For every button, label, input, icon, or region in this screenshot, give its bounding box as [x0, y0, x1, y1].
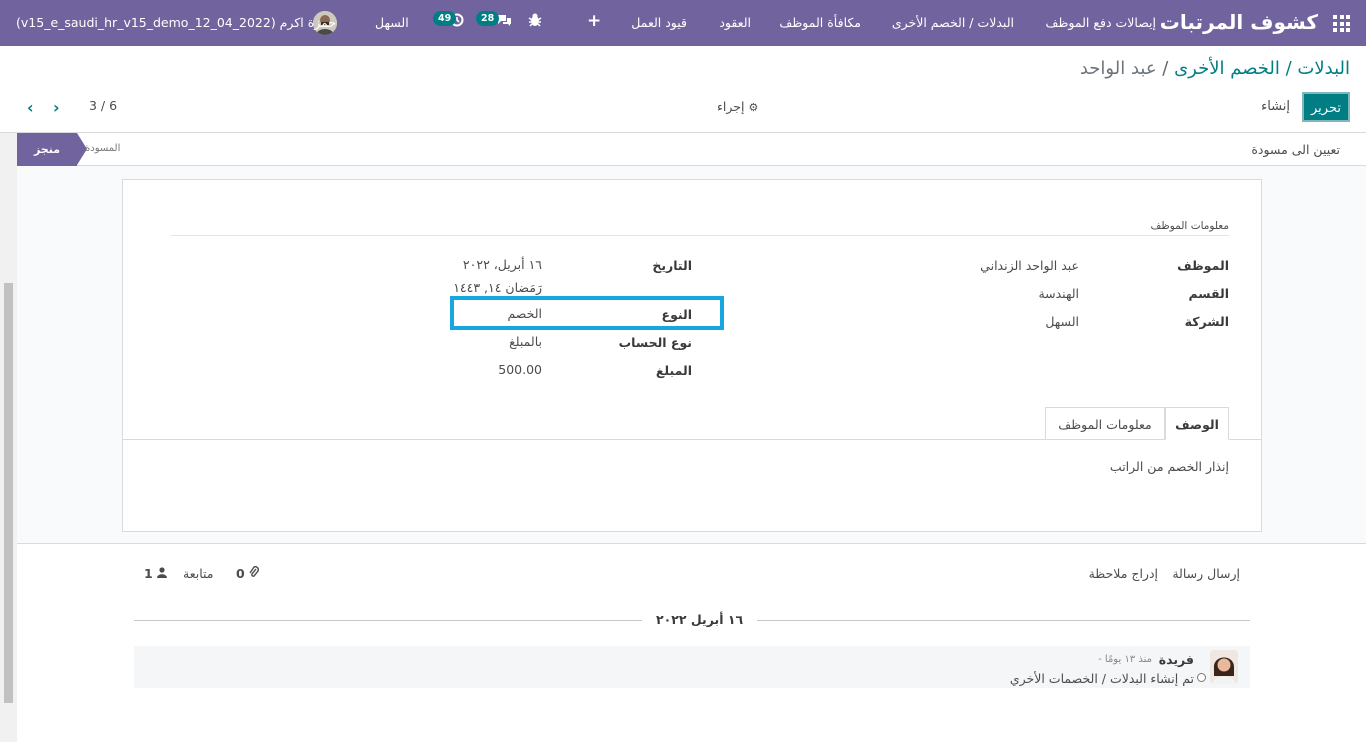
menu-contracts[interactable]: العقود: [719, 15, 751, 30]
hijri-date-field: رَمَضان ١٤, ١٤٤٣: [453, 280, 542, 295]
breadcrumb-parent[interactable]: البدلات / الخصم الأخرى: [1174, 58, 1350, 79]
account-type-field[interactable]: بالمبلغ: [509, 334, 542, 349]
follow-button[interactable]: متابعة: [183, 566, 214, 581]
send-message-button[interactable]: إرسال رسالة: [1172, 566, 1240, 581]
create-button[interactable]: إنشاء: [1261, 99, 1290, 114]
menu-allowances-deductions[interactable]: البدلات / الخصم الأخرى: [892, 15, 1014, 30]
user-icon: [157, 566, 168, 581]
menu-employee-bonus[interactable]: مكافأة الموظف: [779, 15, 861, 30]
date-field[interactable]: ١٦ أبريل، ٢٠٢٢: [463, 257, 542, 272]
chatter-message: فريدة - منذ ١٣ يومًا تم إنشاء البدلات / …: [134, 646, 1250, 688]
app-title[interactable]: كشوف المرتبات: [1160, 10, 1318, 34]
pager-previous-icon[interactable]: ‹: [27, 98, 34, 117]
company-label: الشركة: [1184, 314, 1229, 329]
message-body: تم إنشاء البدلات / الخصمات الأخري: [1009, 671, 1194, 686]
attachments-count: 0: [236, 566, 245, 581]
type-field-highlight: [450, 296, 724, 330]
top-navbar: كشوف المرتبات إيصالات دفع الموظف البدلات…: [0, 0, 1366, 46]
company-switcher[interactable]: السهل: [375, 15, 409, 30]
gear-icon: ⚙: [748, 101, 759, 114]
message-status-icon: [1197, 673, 1206, 682]
status-bar: منجز المسودة تعيين الى مسودة: [17, 133, 1366, 166]
pager-value[interactable]: 3 / 6: [89, 98, 117, 113]
menu-work-entries[interactable]: قيود العمل: [631, 15, 687, 30]
message-author[interactable]: فريدة: [1159, 652, 1194, 667]
tab-description[interactable]: الوصف: [1165, 407, 1229, 440]
followers-count: 1: [144, 566, 153, 581]
followers-button[interactable]: 1: [144, 566, 168, 581]
department-label: القسم: [1188, 286, 1230, 301]
scrollbar-track[interactable]: [0, 133, 17, 742]
breadcrumb: البدلات / الخصم الأخرى / عبد الواحد: [1080, 58, 1350, 79]
action-menu[interactable]: إجراء ⚙: [717, 99, 758, 114]
set-to-draft-button[interactable]: تعيين الى مسودة: [1251, 142, 1340, 157]
date-label: التاريخ: [652, 258, 692, 273]
description-text[interactable]: إنذار الخصم من الراتب: [1110, 459, 1229, 474]
tab-employee-info[interactable]: معلومات الموظف: [1045, 407, 1165, 440]
group-divider: [171, 235, 1229, 236]
employee-label: الموظف: [1177, 258, 1229, 273]
stage-done[interactable]: منجز: [17, 133, 87, 166]
company-field[interactable]: السهل: [1045, 314, 1079, 329]
stage-draft[interactable]: المسودة: [85, 143, 120, 154]
control-panel: البدلات / الخصم الأخرى / عبد الواحد تحري…: [0, 46, 1366, 133]
employee-info-group-title: معلومات الموظف: [1150, 220, 1229, 232]
breadcrumb-separator: /: [1156, 58, 1175, 79]
log-note-button[interactable]: إدراج ملاحظة: [1089, 566, 1158, 581]
form-sheet: معلومات الموظف الموظف عبد الواحد الزندان…: [122, 179, 1262, 532]
messages-badge: 28: [476, 11, 500, 26]
plus-icon[interactable]: +: [587, 11, 601, 31]
bug-icon[interactable]: [528, 12, 542, 32]
menu-payslip-receipts[interactable]: إيصالات دفع الموظف: [1046, 15, 1157, 30]
breadcrumb-current: عبد الواحد: [1079, 58, 1157, 79]
author-avatar[interactable]: [1210, 650, 1238, 684]
department-field[interactable]: الهندسة: [1038, 286, 1079, 301]
pager-next-icon[interactable]: ›: [53, 98, 60, 117]
employee-field[interactable]: عبد الواحد الزنداني: [980, 258, 1079, 273]
message-time: - منذ ١٣ يومًا: [1098, 654, 1152, 665]
scrollbar-thumb[interactable]: [4, 283, 13, 703]
user-menu[interactable]: حمزة اكرم (v15_e_saudi_hr_v15_demo_12_04…: [16, 15, 336, 30]
date-separator-label: ١٦ أبريل ٢٠٢٢: [642, 612, 758, 627]
attachments-button[interactable]: 0: [236, 566, 260, 581]
edit-button[interactable]: تحرير: [1302, 92, 1350, 122]
amount-field[interactable]: 500.00: [498, 362, 542, 377]
activities-badge: 49: [433, 11, 457, 26]
amount-label: المبلغ: [655, 363, 692, 378]
account-type-label: نوع الحساب: [618, 335, 692, 350]
action-label: إجراء: [717, 99, 745, 114]
apps-grid-icon[interactable]: [1333, 15, 1350, 32]
paperclip-icon: [249, 566, 260, 581]
